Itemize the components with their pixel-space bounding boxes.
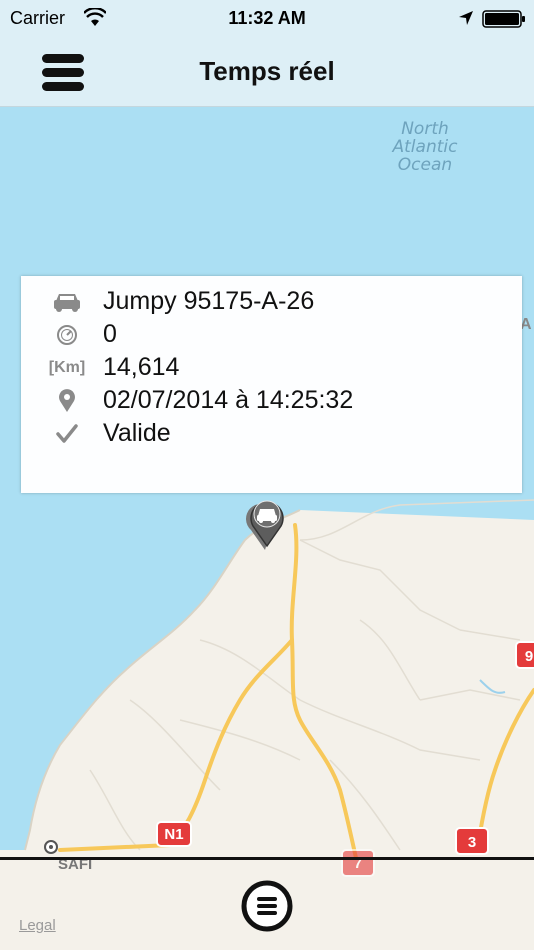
speedometer-icon: [57, 325, 77, 345]
safi-city-dot: [44, 840, 58, 854]
road-shield-3-label: 3: [468, 834, 476, 851]
info-row-vehicle: Jumpy 95175-A-26: [21, 286, 522, 320]
distance-value: 14,614: [103, 353, 180, 381]
road-shield-9: 9: [515, 641, 534, 669]
status-time: 11:32 AM: [228, 8, 306, 28]
bottom-divider: [0, 857, 534, 860]
vehicle-name: Jumpy 95175-A-26: [103, 287, 315, 315]
navigation-bar: Temps réel: [0, 40, 534, 107]
car-icon: [257, 509, 277, 523]
battery-icon: [482, 10, 525, 28]
page-title: Temps réel: [199, 56, 335, 86]
list-circle-icon[interactable]: [239, 878, 295, 934]
vehicle-info-card: Jumpy 95175-A-26 0 [Km] 14,614 02/07/201…: [21, 276, 522, 493]
speed-value: 0: [103, 320, 117, 348]
ocean-label-line: North: [401, 119, 449, 139]
vehicle-map-marker[interactable]: [243, 494, 289, 552]
road-shield-9-label: 9: [525, 648, 533, 665]
checkmark-icon: [56, 424, 78, 443]
timestamp-value: 02/07/2014 à 14:25:32: [103, 386, 354, 414]
info-row-timestamp: 02/07/2014 à 14:25:32: [21, 385, 522, 419]
road-shield-3: 3: [455, 827, 489, 855]
info-row-distance: [Km] 14,614: [21, 352, 522, 386]
road-shield-7: 7: [341, 849, 375, 877]
road-shield-n1: N1: [156, 821, 192, 847]
legal-link[interactable]: Legal: [19, 917, 56, 934]
road-shield-n1-label: N1: [164, 826, 183, 843]
ocean-label-line: Atlantic: [392, 137, 458, 157]
map-pin-icon: [59, 389, 75, 412]
ocean-label-line: Ocean: [397, 155, 453, 175]
location-arrow-icon: [459, 11, 473, 25]
km-icon: [Km]: [48, 359, 86, 376]
info-row-status: Valide: [21, 418, 522, 452]
car-icon: [54, 294, 80, 312]
status-value: Valide: [103, 419, 171, 447]
ocean-label: North Atlantic Ocean: [380, 120, 470, 174]
status-bar: Carrier 11:32 AM: [0, 0, 534, 40]
info-row-speed: 0: [21, 319, 522, 353]
